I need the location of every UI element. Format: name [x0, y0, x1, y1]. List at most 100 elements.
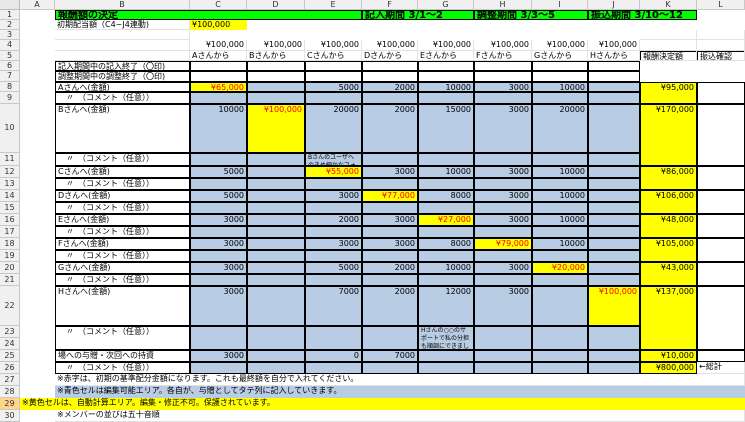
amount-cell[interactable]: 3000	[190, 262, 247, 274]
amount-cell[interactable]: 10000	[532, 166, 588, 178]
from-label-cell[interactable]: Bさんから	[247, 51, 305, 61]
person-amount-label[interactable]: Cさんへ(金額)	[55, 166, 190, 178]
comment-cell[interactable]	[588, 326, 640, 350]
adjust-done-cell[interactable]	[474, 71, 532, 82]
comment-cell[interactable]	[588, 92, 640, 104]
comment-cell[interactable]	[418, 153, 474, 166]
empty-cell[interactable]	[640, 51, 697, 61]
final-total-cell[interactable]: ¥43,000	[640, 262, 697, 286]
entry-done-cell[interactable]	[588, 61, 640, 71]
gift-cell[interactable]: 7000	[362, 350, 418, 362]
amount-cell[interactable]: ¥55,000	[305, 166, 362, 178]
empty-cell[interactable]	[640, 30, 697, 40]
person-comment-label[interactable]: 〃 （コメント（任意））	[55, 274, 190, 286]
entry-done-cell[interactable]	[247, 61, 305, 71]
row-header-5[interactable]: 5	[0, 51, 20, 61]
comment-cell[interactable]	[474, 178, 532, 190]
comment-cell[interactable]	[418, 202, 474, 214]
base-amount-cell[interactable]: ¥100,000	[247, 40, 305, 51]
amount-cell[interactable]: 10000	[190, 104, 247, 153]
comment-cell[interactable]	[362, 250, 418, 262]
comment-cell[interactable]	[190, 274, 247, 286]
comment-cell[interactable]	[418, 226, 474, 238]
amount-cell[interactable]: 3000	[474, 286, 532, 326]
column-header-D[interactable]: D	[247, 0, 305, 10]
gift-comment-cell[interactable]	[190, 362, 247, 374]
amount-cell[interactable]: 10000	[532, 238, 588, 250]
comment-cell[interactable]	[305, 250, 362, 262]
base-amount-cell[interactable]: ¥100,000	[190, 40, 247, 51]
person-amount-label[interactable]: Fさんへ(金額)	[55, 238, 190, 250]
person-amount-label[interactable]: Aさんへ(金額)	[55, 82, 190, 92]
gift-cell[interactable]: 0	[305, 350, 362, 362]
amount-cell[interactable]	[247, 166, 305, 178]
comment-cell[interactable]	[247, 326, 305, 350]
gift-cell[interactable]	[474, 350, 532, 362]
row-header-23[interactable]: 23	[0, 326, 20, 338]
amount-cell[interactable]: 3000	[474, 262, 532, 274]
final-total-cell[interactable]: ¥48,000	[640, 214, 697, 238]
amount-cell[interactable]: 2000	[362, 104, 418, 153]
empty-cell[interactable]	[55, 51, 190, 61]
amount-cell[interactable]	[247, 262, 305, 274]
column-header-C[interactable]: C	[190, 0, 247, 10]
from-label-cell[interactable]: Aさんから	[190, 51, 247, 61]
amount-cell[interactable]	[247, 238, 305, 250]
person-comment-label[interactable]: 〃 （コメント（任意））	[55, 92, 190, 104]
comment-cell[interactable]	[362, 178, 418, 190]
comment-cell[interactable]	[588, 153, 640, 166]
adjust-done-cell[interactable]	[362, 71, 418, 82]
entry-done-cell[interactable]	[418, 61, 474, 71]
amount-cell[interactable]: 5000	[305, 82, 362, 92]
comment-cell[interactable]	[362, 153, 418, 166]
amount-cell[interactable]: ¥65,000	[190, 82, 247, 92]
row-header-6[interactable]: 6	[0, 61, 20, 71]
amount-cell[interactable]: 3000	[190, 214, 247, 226]
from-label-cell[interactable]: Eさんから	[418, 51, 474, 61]
amount-cell[interactable]: 3000	[474, 190, 532, 202]
row-header-13[interactable]: 13	[0, 178, 20, 190]
base-amount-cell[interactable]: ¥100,000	[532, 40, 588, 51]
amount-cell[interactable]	[588, 166, 640, 178]
title-cell[interactable]: 報酬額の決定	[55, 10, 362, 20]
adjust-done-cell[interactable]	[588, 71, 640, 82]
base-amount-cell[interactable]: ¥100,000	[305, 40, 362, 51]
row-header-14[interactable]: 14	[0, 190, 20, 202]
row-header-16[interactable]: 16	[0, 214, 20, 226]
entry-done-cell[interactable]	[190, 61, 247, 71]
period-payment-cell[interactable]: 振込期間 3/10〜12	[588, 10, 697, 20]
note-red[interactable]: ※赤字は、初期の基準配分金額になります。これも最終額を自分で入れてください。	[55, 374, 745, 386]
column-header-J[interactable]: J	[588, 0, 640, 10]
amount-cell[interactable]: 3000	[362, 214, 418, 226]
adjust-done-cell[interactable]	[305, 71, 362, 82]
period-entry-cell[interactable]: 記入期間 3/1〜2	[362, 10, 474, 20]
row-header-24[interactable]: 24	[0, 338, 20, 350]
payment-check-cell[interactable]	[697, 238, 745, 262]
comment-cell[interactable]	[588, 274, 640, 286]
comment-cell[interactable]	[588, 226, 640, 238]
amount-cell[interactable]	[247, 286, 305, 326]
comment-cell[interactable]	[362, 274, 418, 286]
row-header-21[interactable]: 21	[0, 274, 20, 286]
gift-check-cell[interactable]	[697, 350, 745, 362]
row-header-22[interactable]: 22	[0, 286, 20, 326]
grand-total-cell[interactable]: ¥800,000	[640, 362, 697, 374]
comment-cell[interactable]	[362, 92, 418, 104]
comment-cell[interactable]	[247, 178, 305, 190]
column-header-E[interactable]: E	[305, 0, 362, 10]
final-total-cell[interactable]: ¥105,000	[640, 238, 697, 262]
comment-cell[interactable]	[190, 250, 247, 262]
adjust-done-cell[interactable]	[247, 71, 305, 82]
payment-check-cell[interactable]	[697, 262, 745, 286]
amount-cell[interactable]: ¥79,000	[474, 238, 532, 250]
amount-cell[interactable]: 3000	[474, 214, 532, 226]
row-header-8[interactable]: 8	[0, 82, 20, 92]
person-comment-label[interactable]: 〃 （コメント（任意））	[55, 178, 190, 190]
amount-cell[interactable]: 10000	[532, 214, 588, 226]
row-header-15[interactable]: 15	[0, 202, 20, 214]
from-label-cell[interactable]: Cさんから	[305, 51, 362, 61]
amount-cell[interactable]: 2000	[362, 82, 418, 92]
amount-cell[interactable]	[247, 82, 305, 92]
comment-cell[interactable]	[532, 92, 588, 104]
column-header-H[interactable]: H	[474, 0, 532, 10]
